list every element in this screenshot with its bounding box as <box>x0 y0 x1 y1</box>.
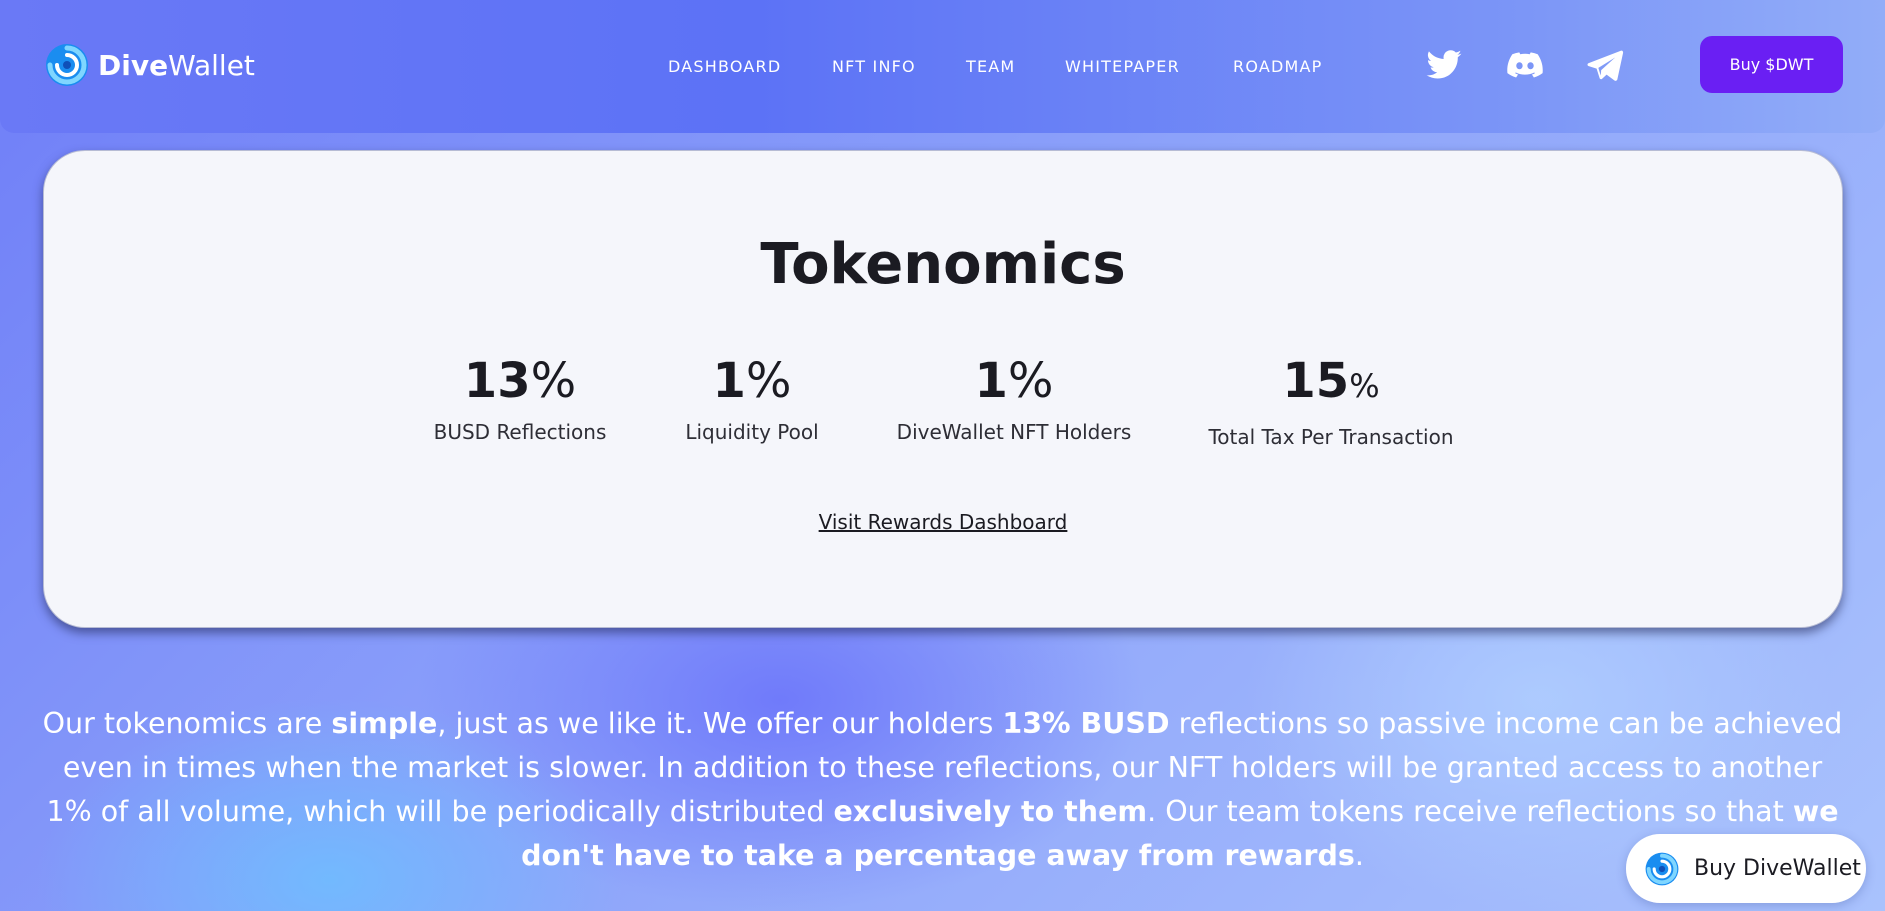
brand-logo[interactable]: DiveWallet <box>44 42 255 88</box>
stat-value: 15% <box>1282 353 1380 409</box>
stat-label: Liquidity Pool <box>685 420 819 444</box>
stat-value: 1% <box>712 353 792 409</box>
top-navbar: DiveWallet DASHBOARD NFT INFO TEAM WHITE… <box>0 0 1885 133</box>
tokenomics-description: Our tokenomics are simple, just as we li… <box>42 707 1843 872</box>
stat-total-tax: 15% Total Tax Per Transaction <box>1208 351 1453 450</box>
buy-divewallet-floating-button[interactable]: Buy DiveWallet <box>1626 834 1866 903</box>
twitter-icon[interactable] <box>1424 46 1464 84</box>
stat-label: Total Tax Per Transaction <box>1208 425 1454 449</box>
telegram-icon[interactable] <box>1585 46 1625 84</box>
swirl-logo-icon <box>46 44 88 86</box>
stat-value: 13% <box>463 353 577 409</box>
floating-button-label: Buy DiveWallet <box>1694 856 1861 881</box>
swirl-logo-icon <box>1645 852 1679 885</box>
nav-dashboard[interactable]: DASHBOARD <box>668 56 781 78</box>
nav-nft-info[interactable]: NFT INFO <box>832 56 916 78</box>
stat-label: DiveWallet NFT Holders <box>896 420 1132 444</box>
stat-busd-reflections: 13% BUSD Reflections <box>434 351 607 445</box>
tokenomics-card: Tokenomics 13% BUSD Reflections 1% Liqui… <box>43 150 1843 628</box>
visit-rewards-dashboard-link[interactable]: Visit Rewards Dashboard <box>44 509 1842 535</box>
stat-label: BUSD Reflections <box>433 420 607 444</box>
nav-roadmap[interactable]: ROADMAP <box>1233 56 1323 78</box>
buy-dwt-button[interactable]: Buy $DWT <box>1700 36 1843 93</box>
brand-name: DiveWallet <box>98 48 255 82</box>
nav-whitepaper[interactable]: WHITEPAPER <box>1065 56 1180 78</box>
nav-team[interactable]: TEAM <box>966 56 1015 78</box>
stat-value: 1% <box>974 353 1054 409</box>
stat-nft-holders: 1% DiveWallet NFT Holders <box>897 351 1132 445</box>
stat-liquidity-pool: 1% Liquidity Pool <box>685 351 818 445</box>
tokenomics-title: Tokenomics <box>760 232 1126 297</box>
discord-icon[interactable] <box>1505 46 1545 84</box>
